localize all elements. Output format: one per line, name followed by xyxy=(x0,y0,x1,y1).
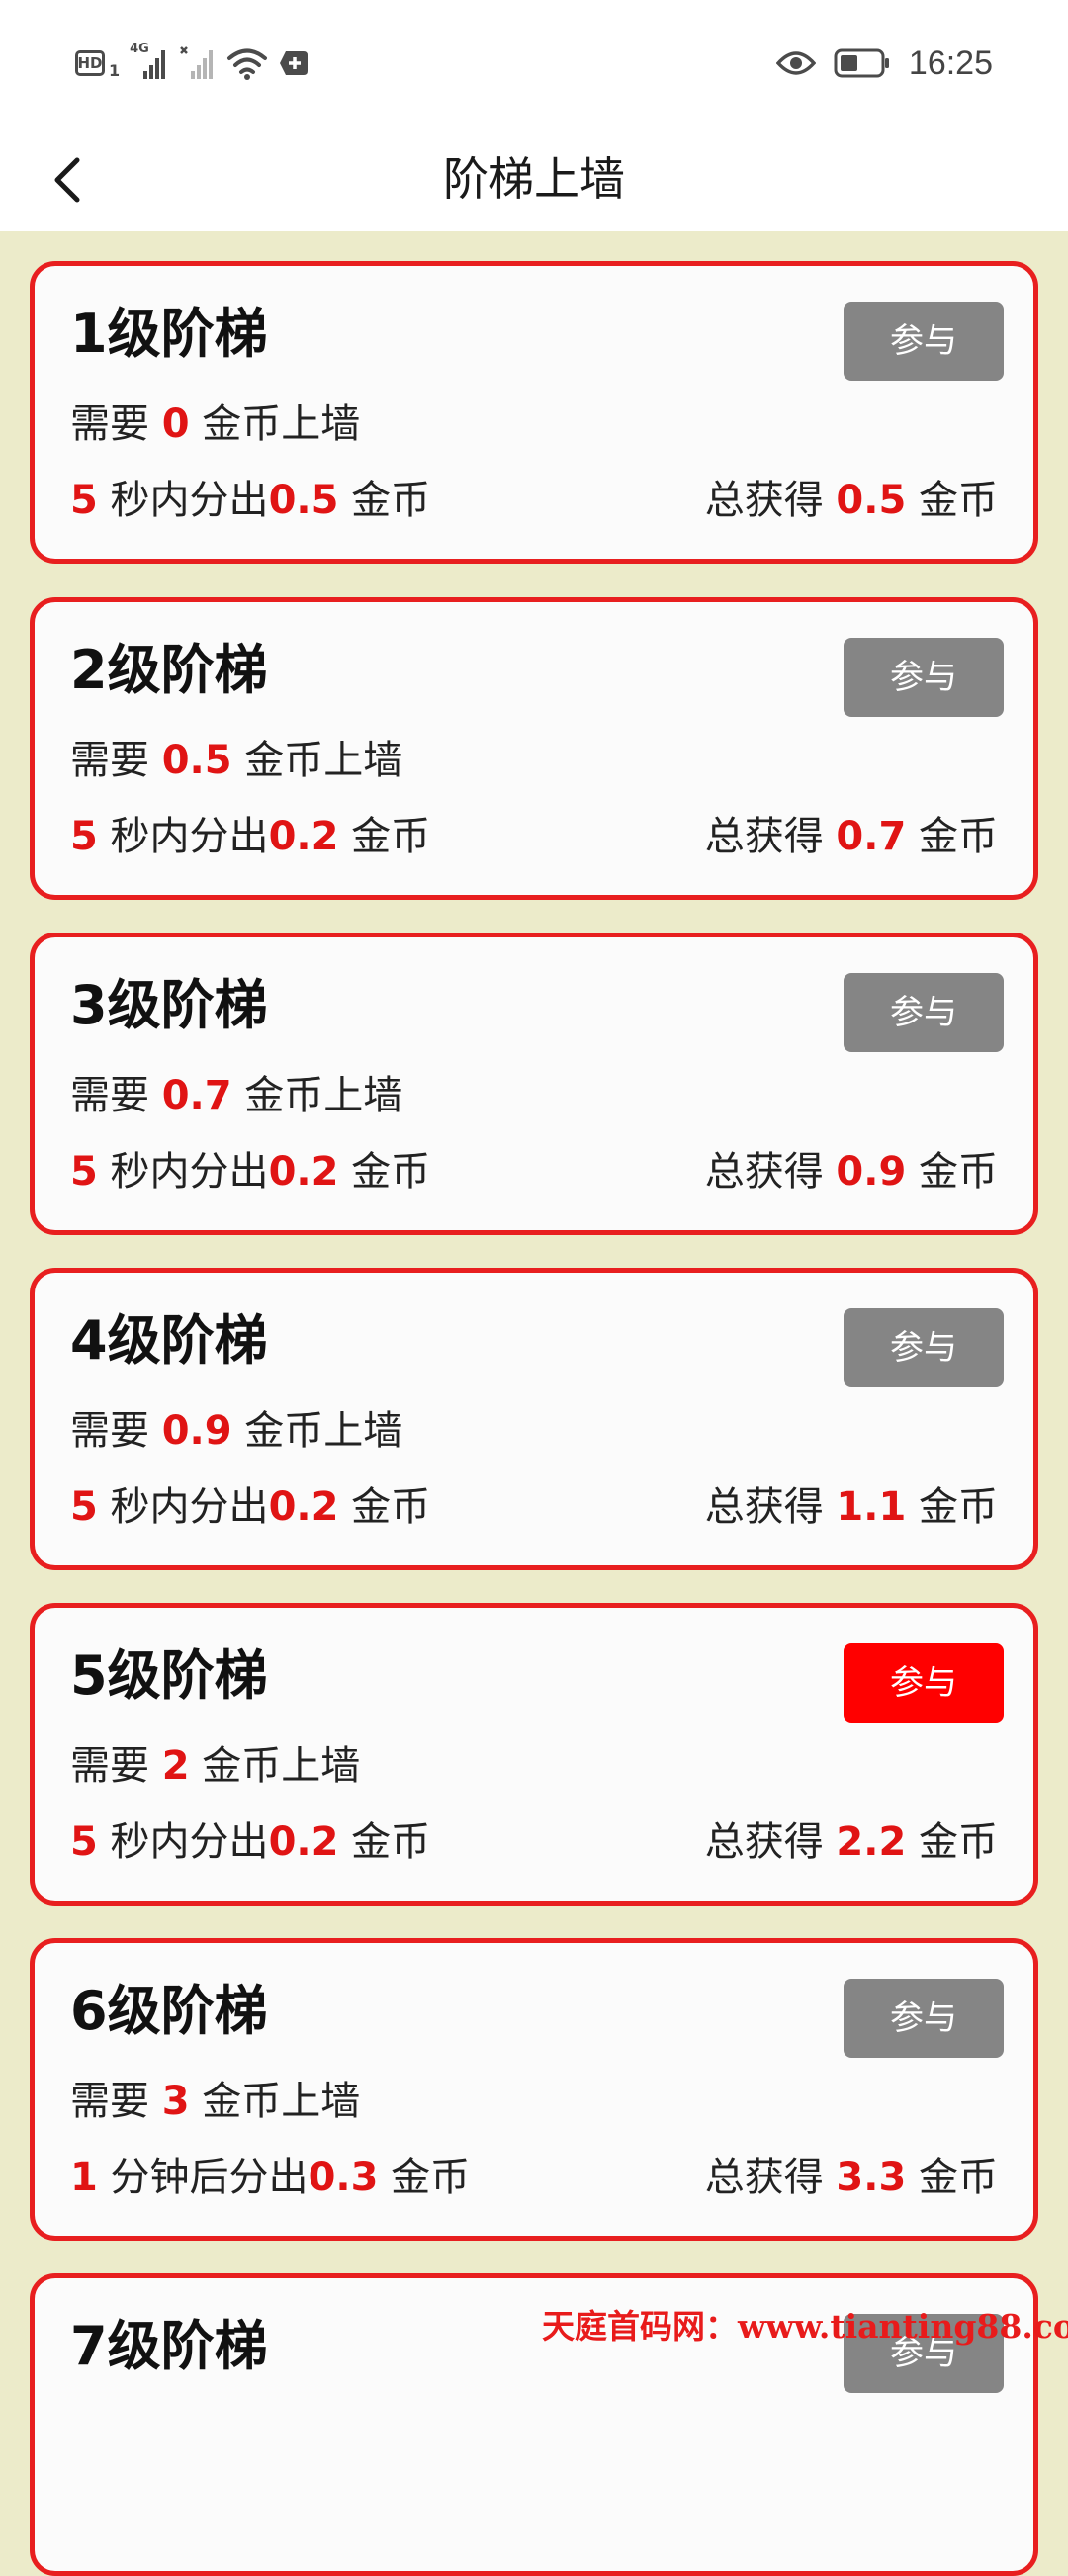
status-right-icons: 16:25 xyxy=(775,40,993,87)
required-coins-value: 0.9 xyxy=(161,1408,232,1454)
distribution-amount: 0.2 xyxy=(268,814,339,859)
status-left-icons: HD 1 4G xyxy=(75,42,310,83)
total-earned-value: 1.1 xyxy=(836,1484,907,1530)
required-coins-line: 需要 3 金币上墙 xyxy=(70,2079,361,2124)
join-button[interactable]: 参与 xyxy=(844,638,1004,717)
app-header: 阶梯上墙 xyxy=(0,127,1068,231)
distribution-line: 5 秒内分出0.5 金币 xyxy=(70,478,431,523)
total-earned-line: 总获得 0.9 金币 xyxy=(704,1149,998,1195)
distribution-time: 5 xyxy=(70,478,98,523)
distribution-line: 1 分钟后分出0.3 金币 xyxy=(70,2155,471,2200)
ladder-card: 4级阶梯 参与 需要 0.9 金币上墙 5 秒内分出0.2 金币 总获得 1.1… xyxy=(30,1268,1038,1570)
join-button[interactable]: 参与 xyxy=(844,1308,1004,1387)
no-signal-icon xyxy=(179,45,217,81)
total-earned-value: 0.9 xyxy=(836,1149,907,1195)
required-coins-line: 需要 0.5 金币上墙 xyxy=(70,738,403,783)
distribution-amount: 0.2 xyxy=(268,1149,339,1195)
ladder-card: 5级阶梯 参与 需要 2 金币上墙 5 秒内分出0.2 金币 总获得 2.2 金… xyxy=(30,1603,1038,1906)
ladder-title: 7级阶梯 xyxy=(70,2315,268,2377)
total-earned-value: 0.7 xyxy=(836,814,907,859)
join-button[interactable]: 参与 xyxy=(844,973,1004,1052)
required-coins-line: 需要 0.7 金币上墙 xyxy=(70,1073,403,1118)
ladder-card: 2级阶梯 参与 需要 0.5 金币上墙 5 秒内分出0.2 金币 总获得 0.7… xyxy=(30,597,1038,900)
ladder-title: 3级阶梯 xyxy=(70,974,268,1036)
distribution-amount: 0.5 xyxy=(268,478,339,523)
required-coins-value: 0.7 xyxy=(161,1073,232,1118)
distribution-time: 5 xyxy=(70,1149,98,1195)
status-time: 16:25 xyxy=(908,44,993,82)
distribution-line: 5 秒内分出0.2 金币 xyxy=(70,814,431,859)
required-coins-line: 需要 0.9 金币上墙 xyxy=(70,1408,403,1454)
required-coins-value: 3 xyxy=(161,2079,190,2124)
total-earned-line: 总获得 2.2 金币 xyxy=(704,1820,998,1865)
ladder-title: 4级阶梯 xyxy=(70,1309,268,1372)
distribution-amount: 0.3 xyxy=(308,2155,379,2200)
distribution-time: 1 xyxy=(70,2155,98,2200)
join-button[interactable]: 参与 xyxy=(844,1643,1004,1723)
distribution-amount: 0.2 xyxy=(268,1484,339,1530)
signal-icon: 4G xyxy=(130,42,169,81)
total-earned-value: 3.3 xyxy=(836,2155,907,2200)
distribution-line: 5 秒内分出0.2 金币 xyxy=(70,1149,431,1195)
distribution-line: 5 秒内分出0.2 金币 xyxy=(70,1484,431,1530)
watermark: 天庭首码网：www.tianting88.com xyxy=(542,2307,1068,2346)
required-coins-line: 需要 0 金币上墙 xyxy=(70,401,361,447)
required-coins-value: 0 xyxy=(161,401,190,447)
required-coins-value: 0.5 xyxy=(161,738,232,783)
sim-slot-label: 1 xyxy=(109,60,121,80)
add-icon xyxy=(278,47,310,79)
ladder-card: 6级阶梯 参与 需要 3 金币上墙 1 分钟后分出0.3 金币 总获得 3.3 … xyxy=(30,1938,1038,2241)
join-button[interactable]: 参与 xyxy=(844,1979,1004,2058)
ladder-title: 2级阶梯 xyxy=(70,639,268,701)
distribution-amount: 0.2 xyxy=(268,1820,339,1865)
total-earned-line: 总获得 0.7 金币 xyxy=(704,814,998,859)
ladder-title: 1级阶梯 xyxy=(70,303,268,365)
distribution-time: 5 xyxy=(70,1820,98,1865)
required-coins-value: 2 xyxy=(161,1743,190,1789)
required-coins-line: 需要 2 金币上墙 xyxy=(70,1743,361,1789)
total-earned-line: 总获得 1.1 金币 xyxy=(704,1484,998,1530)
distribution-time: 5 xyxy=(70,814,98,859)
wifi-icon xyxy=(226,45,268,81)
join-button[interactable]: 参与 xyxy=(844,302,1004,381)
ladder-title: 6级阶梯 xyxy=(70,1980,268,2042)
page-title: 阶梯上墙 xyxy=(443,152,625,206)
hd-icon: HD xyxy=(75,50,105,76)
distribution-line: 5 秒内分出0.2 金币 xyxy=(70,1820,431,1865)
battery-icon xyxy=(834,47,891,79)
total-earned-value: 0.5 xyxy=(836,478,907,523)
distribution-time: 5 xyxy=(70,1484,98,1530)
total-earned-line: 总获得 0.5 金币 xyxy=(704,478,998,523)
ladder-card: 3级阶梯 参与 需要 0.7 金币上墙 5 秒内分出0.2 金币 总获得 0.9… xyxy=(30,933,1038,1235)
total-earned-value: 2.2 xyxy=(836,1820,907,1865)
ladder-title: 5级阶梯 xyxy=(70,1644,268,1707)
eye-icon xyxy=(775,47,817,79)
total-earned-line: 总获得 3.3 金币 xyxy=(704,2155,998,2200)
status-bar: HD 1 4G 16:25 xyxy=(0,0,1068,127)
ladder-card: 1级阶梯 参与 需要 0 金币上墙 5 秒内分出0.5 金币 总获得 0.5 金… xyxy=(30,261,1038,564)
